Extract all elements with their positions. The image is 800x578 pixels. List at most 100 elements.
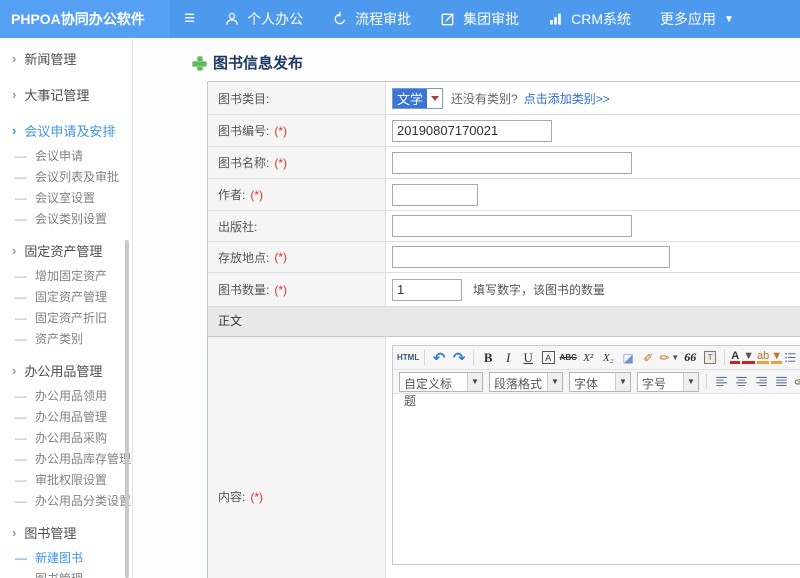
caret-down-icon: ▼ [771, 351, 782, 364]
sidebar-item-label: 会议申请 [35, 147, 83, 164]
italic-button[interactable]: I [499, 348, 517, 368]
blockquote-button[interactable]: 66 [681, 348, 699, 368]
sidebar-item-5-2[interactable]: — 办公用品管理 [0, 406, 132, 427]
topnav-item-4[interactable]: CRM系统 [548, 9, 631, 29]
sidebar-item-3-2[interactable]: —会议列表及审批 [0, 166, 132, 187]
form-input-5[interactable] [392, 215, 632, 237]
form-label-cell: 图书数量:(*) [208, 273, 386, 306]
form-input-6[interactable] [392, 246, 670, 268]
dash-icon: — [15, 149, 27, 163]
source-code-button[interactable]: HTML [397, 348, 419, 368]
dash-icon: — [15, 452, 27, 466]
sidebar-group-2[interactable]: › 大事记管理 [0, 79, 132, 109]
eraser-button[interactable]: ◪ [619, 348, 637, 368]
sidebar-group-4[interactable]: ›固定资产管理 [0, 235, 132, 265]
sidebar-scrollbar[interactable] [125, 240, 129, 578]
dash-icon: — [15, 389, 27, 403]
form-value-cell: 填写数字，该图书的数量 [386, 279, 800, 301]
form-label: 图书名称: [218, 154, 269, 171]
sidebar-group-3[interactable]: ›会议申请及安排 [0, 115, 132, 145]
dash-icon: — [15, 551, 27, 565]
underline-button[interactable]: U [519, 348, 537, 368]
sidebar-item-6-2[interactable]: —图书管理 [0, 568, 132, 578]
chevron-right-icon: › [12, 363, 16, 378]
topnav-item-1[interactable]: 个人办公 [224, 9, 303, 29]
dash-icon: — [15, 410, 27, 424]
paste-plain-button[interactable]: T [701, 348, 719, 368]
sidebar-group-label: 图书管理 [24, 523, 76, 542]
undo-button[interactable]: ↶ [430, 348, 448, 368]
sidebar-item-label: 会议类别设置 [35, 210, 107, 227]
sidebar-item-3-1[interactable]: — 会议申请 [0, 145, 132, 166]
form-input-7[interactable] [392, 279, 462, 301]
sidebar-item-3-4[interactable]: —会议类别设置 [0, 208, 132, 229]
superscript-button[interactable]: X² [579, 348, 597, 368]
form-input-2[interactable] [392, 120, 552, 142]
sidebar-group-5[interactable]: ›办公用品管理 [0, 355, 132, 385]
form-input-4[interactable] [392, 184, 478, 206]
sidebar-group-6[interactable]: ›图书管理 [0, 517, 132, 547]
format-brush-button[interactable]: ✐ [639, 348, 657, 368]
chevron-right-icon: › [12, 87, 16, 102]
quantity-hint: 填写数字，该图书的数量 [473, 281, 605, 298]
align-justify-button[interactable] [772, 372, 790, 392]
caret-down-icon: ▼ [683, 373, 698, 391]
align-center-button[interactable] [732, 372, 750, 392]
sidebar-item-5-1[interactable]: — 办公用品领用 [0, 385, 132, 406]
sidebar-item-label: 办公用品领用 [35, 387, 107, 404]
sidebar-item-4-1[interactable]: —增加固定资产 [0, 265, 132, 286]
sidebar-item-5-5[interactable]: —审批权限设置 [0, 469, 132, 490]
redo-button[interactable]: ↷ [450, 348, 468, 368]
subscript-button[interactable]: X₂ [599, 348, 617, 368]
hamburger-menu-icon[interactable]: ≡ [184, 10, 195, 28]
edit-square-icon [440, 11, 463, 27]
form-input-3[interactable] [392, 152, 632, 174]
sidebar-item-5-6[interactable]: —办公用品分类设置 [0, 490, 132, 511]
sidebar-group-1[interactable]: ›新闻管理 [0, 43, 132, 73]
topnav-item-5[interactable]: 更多应用▼ [660, 9, 734, 29]
top-navigation: 个人办公 流程审批 集团审批 CRM系统 更多应用▼ [195, 9, 734, 29]
topnav-item-2[interactable]: 流程审批 [332, 9, 411, 29]
align-right-button[interactable] [752, 372, 770, 392]
editor-content-area[interactable] [393, 394, 800, 564]
sidebar-item-4-2[interactable]: —固定资产管理 [0, 286, 132, 307]
caret-down-icon: ▼ [467, 373, 482, 391]
strikethrough-button[interactable]: ABC [559, 348, 577, 368]
sidebar-item-label: 会议室设置 [35, 189, 95, 206]
select-label: 自定义标题 [400, 373, 467, 391]
required-mark: (*) [274, 283, 287, 297]
sidebar-item-label: 办公用品管理 [35, 408, 107, 425]
select-label: 段落格式 [490, 373, 547, 391]
sidebar-item-5-3[interactable]: —办公用品采购 [0, 427, 132, 448]
font-color-button[interactable]: A▼ [730, 348, 755, 368]
custom-title-select[interactable]: 自定义标题 ▼ [399, 372, 483, 392]
topnav-item-3[interactable]: 集团审批 [440, 9, 519, 29]
ordered-list-button[interactable]: ▼ [784, 348, 800, 368]
link-button[interactable] [792, 372, 800, 392]
form-row-5: 出版社: [208, 211, 800, 242]
paragraph-format-select[interactable]: 段落格式 ▼ [489, 372, 563, 392]
sidebar-item-3-3[interactable]: —会议室设置 [0, 187, 132, 208]
sidebar-item-label: 图书管理 [35, 570, 83, 578]
char-border-button[interactable]: A [539, 348, 557, 368]
font-size-select[interactable]: 字号 ▼ [637, 372, 699, 392]
required-mark: (*) [274, 124, 287, 138]
highlight-color-button[interactable]: ab▼ [757, 348, 782, 368]
sidebar-item-4-4[interactable]: —资产类别 [0, 328, 132, 349]
sidebar-item-6-1[interactable]: —新建图书 [0, 547, 132, 568]
sidebar-group-label: 大事记管理 [24, 85, 89, 104]
sidebar-item-label: 固定资产折旧 [35, 309, 107, 326]
caret-down-icon: ▼ [671, 353, 679, 362]
selected-option: 文学 [393, 89, 427, 108]
add-category-link[interactable]: 点击添加类别>> [524, 90, 610, 107]
rich-text-editor: HTML↶↷BIUAABCX²X₂◪✐✏▼66TA▼ab▼▼▼ 自定义标题 ▼段… [392, 345, 800, 565]
align-left-button[interactable] [712, 372, 730, 392]
sidebar-item-5-4[interactable]: —办公用品库存管理 [0, 448, 132, 469]
bold-button[interactable]: B [479, 348, 497, 368]
book-category-select[interactable]: 文学 [392, 88, 443, 109]
required-mark: (*) [274, 156, 287, 170]
font-family-select[interactable]: 字体 ▼ [569, 372, 631, 392]
sidebar-item-4-3[interactable]: —固定资产折旧 [0, 307, 132, 328]
paint-color-button[interactable]: ✏▼ [659, 348, 679, 368]
form-value-cell [386, 184, 800, 206]
